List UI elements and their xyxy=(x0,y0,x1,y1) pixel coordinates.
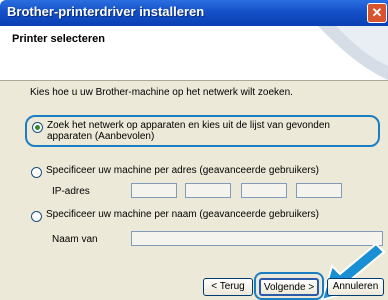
radio-option-search[interactable]: Zoek het netwerk op apparaten en kies ui… xyxy=(32,120,362,142)
ip-octet-3-field xyxy=(241,183,287,198)
radio-button[interactable] xyxy=(31,211,42,222)
next-button[interactable]: Volgende > xyxy=(259,278,319,296)
page-title: Printer selecteren xyxy=(12,33,105,45)
cancel-button[interactable]: Annuleren xyxy=(327,278,384,296)
ip-octet-4-field xyxy=(296,183,342,198)
option-name-label: Specificeer uw machine per naam (geavanc… xyxy=(46,209,319,220)
instruction-text: Kies hoe u uw Brother-machine op het net… xyxy=(30,87,293,98)
dialog-body: Printer selecteren Kies hoe u uw Brother… xyxy=(0,26,388,300)
wizard-header: Printer selecteren xyxy=(0,26,388,81)
header-swoosh-graphic xyxy=(318,26,388,80)
radio-option-name[interactable]: Specificeer uw machine per naam (geavanc… xyxy=(31,209,319,222)
name-label: Naam van xyxy=(52,234,98,245)
option-search-label: Zoek het netwerk op apparaten en kies ui… xyxy=(47,120,330,142)
radio-button[interactable] xyxy=(31,167,42,178)
option-address-label: Specificeer uw machine per adres (geavan… xyxy=(46,165,319,176)
close-button[interactable]: ✕ xyxy=(367,3,387,23)
radio-button-selected[interactable] xyxy=(32,122,43,133)
back-button[interactable]: < Terug xyxy=(203,278,253,296)
ip-octet-2-field xyxy=(185,183,231,198)
ip-address-label: IP-adres xyxy=(52,186,90,197)
title-bar: Brother-printerdriver installeren ✕ xyxy=(0,0,388,26)
radio-option-address[interactable]: Specificeer uw machine per adres (geavan… xyxy=(31,165,319,178)
window-title: Brother-printerdriver installeren xyxy=(7,4,205,19)
ip-octet-1-field xyxy=(131,183,177,198)
